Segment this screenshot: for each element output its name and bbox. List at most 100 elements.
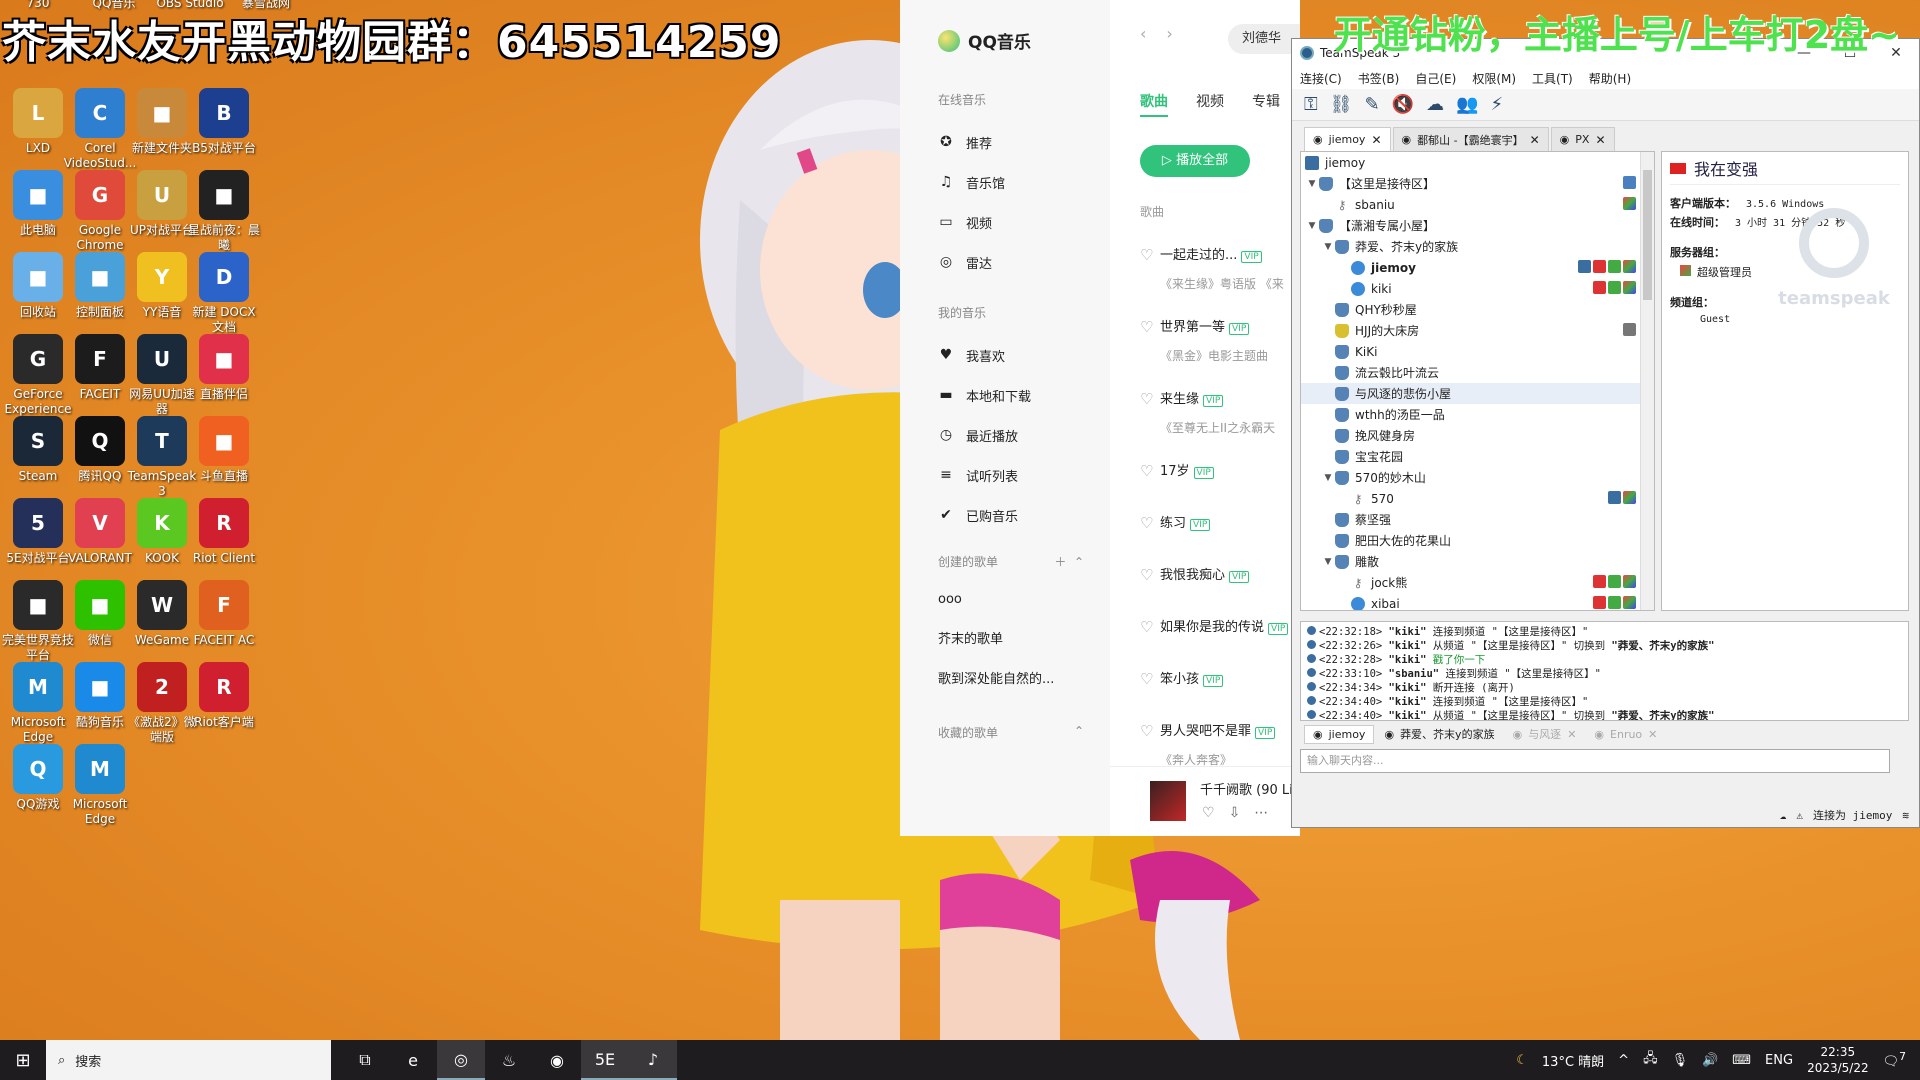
qqmusic-icon[interactable]: ♪ (629, 1040, 677, 1080)
heart-icon[interactable]: ♡ (1140, 318, 1153, 336)
search-input[interactable]: 刘德华 (1228, 24, 1300, 54)
away-icon[interactable]: ☁ (1426, 94, 1444, 115)
channel-node[interactable]: HJJ的大床房 (1301, 320, 1654, 341)
song-row[interactable]: ♡ 如果你是我的传说 VIP (1140, 606, 1300, 658)
my-music-item[interactable]: ≡ 试听列表 (938, 455, 1110, 495)
chat-input[interactable]: 输入聊天内容... (1300, 749, 1890, 773)
heart-icon[interactable]: ♡ (1140, 462, 1153, 480)
song-row[interactable]: ♡ 一起走过的... VIP 《来生缘》粤语版 《来 (1140, 234, 1300, 306)
edge-icon[interactable]: e (389, 1040, 437, 1080)
desktop-icon[interactable]: F FACEIT AC (186, 580, 262, 648)
channel-node[interactable]: ▼ 【潇湘专属小屋】 (1301, 215, 1654, 236)
song-row[interactable]: ♡ 笨小孩 VIP (1140, 658, 1300, 710)
playlist-item[interactable]: ooo (938, 580, 1110, 620)
my-music-item[interactable]: ♥ 我喜欢 (938, 335, 1110, 375)
song-row[interactable]: ♡ 来生缘 VIP 《至尊无上II之永霸天 (1140, 378, 1300, 450)
expand-arrow-icon[interactable]: ▼ (1305, 179, 1319, 189)
channel-node[interactable]: QHY秒秒屋 (1301, 299, 1654, 320)
client-node[interactable]: ⚷ sbaniu (1301, 194, 1654, 215)
weather-text[interactable]: 13°C 晴朗 (1542, 1051, 1604, 1070)
online-item[interactable]: ♫ 音乐馆 (938, 162, 1110, 202)
5e-icon[interactable]: 5E (581, 1040, 629, 1080)
channel-node[interactable]: 宝宝花园 (1301, 446, 1654, 467)
network-icon[interactable]: 🖧 (1643, 1049, 1658, 1071)
chat-tab[interactable]: ◉ Enruo ✕ (1586, 726, 1665, 743)
tab-songs[interactable]: 歌曲 (1140, 91, 1168, 117)
channel-node[interactable]: ▼ 雕散 (1301, 551, 1654, 572)
channel-node[interactable]: ▼ 【这里是接待区】 (1301, 173, 1654, 194)
heart-icon[interactable]: ♡ (1140, 618, 1153, 636)
tab-albums[interactable]: 专辑 (1252, 91, 1280, 117)
expand-arrow-icon[interactable]: ▼ (1321, 473, 1335, 483)
song-row[interactable]: ♡ 我恨我痴心 VIP (1140, 554, 1300, 606)
channel-node[interactable]: KiKi (1301, 341, 1654, 362)
my-music-item[interactable]: ▬ 本地和下载 (938, 375, 1110, 415)
playlist-item[interactable]: 芥末的歌单 (938, 620, 1110, 660)
channel-node[interactable]: 肥田大佐的花果山 (1301, 530, 1654, 551)
chat-tab[interactable]: ◉ 与风逐 ✕ (1505, 724, 1585, 744)
chat-tab[interactable]: ◉ jiemoy (1304, 724, 1375, 744)
obs-icon[interactable]: ◉ (533, 1040, 581, 1080)
like-icon[interactable]: ♡ (1202, 805, 1229, 821)
clock[interactable]: 22:35 2023/5/22 (1807, 1044, 1869, 1076)
heart-icon[interactable]: ♡ (1140, 670, 1153, 688)
desktop-icon[interactable]: ■ 斗鱼直播 (186, 416, 262, 484)
tree-scrollbar[interactable] (1640, 152, 1654, 610)
menu-item[interactable]: 权限(M) (1472, 70, 1516, 87)
client-node[interactable]: ⚷ jock熊 (1301, 572, 1654, 593)
channel-node[interactable]: wthh的汤臣一品 (1301, 404, 1654, 425)
my-music-item[interactable]: ✔ 已购音乐 (938, 495, 1110, 535)
desktop-icon[interactable]: R Riot客户端 (186, 662, 262, 730)
expand-arrow-icon[interactable]: ▼ (1305, 221, 1319, 231)
close-tab-icon[interactable]: ✕ (1595, 133, 1605, 147)
client-node[interactable]: kiki (1301, 278, 1654, 299)
mic-icon[interactable]: 🎙 (1672, 1053, 1689, 1068)
menu-item[interactable]: 工具(T) (1532, 70, 1573, 87)
scrollbar-thumb[interactable] (1643, 170, 1652, 300)
desktop-icon[interactable]: D 新建 DOCX 文档 (186, 252, 262, 335)
mute-mic-icon[interactable]: ✎ (1365, 94, 1380, 115)
notifications-icon[interactable]: 🗨7 (1883, 1050, 1906, 1069)
close-tab-icon[interactable]: ✕ (1530, 133, 1540, 147)
forward-arrow-icon[interactable]: › (1166, 24, 1172, 43)
chat-tab[interactable]: ◉ 莽爱、芥末y的家族 (1376, 724, 1502, 744)
teamspeak-icon[interactable]: ◎ (437, 1040, 485, 1080)
menu-item[interactable]: 自己(E) (1415, 70, 1456, 87)
disconnect-icon[interactable]: ⛓ (1330, 94, 1353, 115)
start-button[interactable]: ⊞ (0, 1040, 46, 1080)
menu-item[interactable]: 帮助(H) (1589, 70, 1631, 87)
back-arrow-icon[interactable]: ‹ (1140, 24, 1146, 43)
now-playing-title[interactable]: 千千阙歌 (90 Liv (1200, 779, 1300, 798)
channel-node[interactable]: ▼ 570的妙木山 (1301, 467, 1654, 488)
tab-videos[interactable]: 视频 (1196, 91, 1224, 117)
my-music-item[interactable]: ◷ 最近播放 (938, 415, 1110, 455)
server-tab[interactable]: ◉ jiemoy ✕ (1304, 127, 1391, 151)
heart-icon[interactable]: ♡ (1140, 390, 1153, 408)
desktop-icon[interactable]: B B5对战平台 (186, 88, 262, 156)
tray-chevron-icon[interactable]: ^ (1618, 1053, 1629, 1068)
qqmusic-logo[interactable]: QQ音乐 (938, 28, 1110, 53)
heart-icon[interactable]: ♡ (1140, 566, 1153, 584)
connect-icon[interactable]: ⚿ (1304, 94, 1318, 115)
online-item[interactable]: ✪ 推荐 (938, 122, 1110, 162)
volume-icon[interactable]: 🔊 (1702, 1053, 1718, 1068)
close-tab-icon[interactable]: ✕ (1567, 728, 1576, 741)
album-cover[interactable] (1150, 781, 1186, 821)
client-node[interactable]: xibai (1301, 593, 1654, 610)
warning-icon[interactable]: ⚠ (1796, 809, 1803, 822)
online-item[interactable]: ▭ 视频 (938, 202, 1110, 242)
channel-node[interactable]: 与风逐的悲伤小屋 (1301, 383, 1654, 404)
contacts-icon[interactable]: 👥 (1456, 94, 1478, 115)
channel-node[interactable]: 流云毂比叶流云 (1301, 362, 1654, 383)
add-playlist-icon[interactable]: ＋ ⌃ (1054, 553, 1084, 570)
desktop-icon[interactable]: M Microsoft Edge (62, 744, 138, 827)
play-all-button[interactable]: ▷ 播放全部 (1140, 145, 1250, 177)
song-row[interactable]: ♡ 世界第一等 VIP 《黑金》电影主题曲 (1140, 306, 1300, 378)
taskbar-search[interactable]: ⌕ 搜索 (46, 1040, 331, 1080)
collapse-icon[interactable]: ⌃ (1074, 724, 1084, 741)
close-tab-icon[interactable]: ✕ (1371, 133, 1381, 147)
server-tab[interactable]: ◉ PX ✕ (1550, 127, 1615, 151)
channel-node[interactable]: ▼ 莽爱、芥末y的家族 (1301, 236, 1654, 257)
steam-icon[interactable]: ♨ (485, 1040, 533, 1080)
heart-icon[interactable]: ♡ (1140, 246, 1153, 264)
